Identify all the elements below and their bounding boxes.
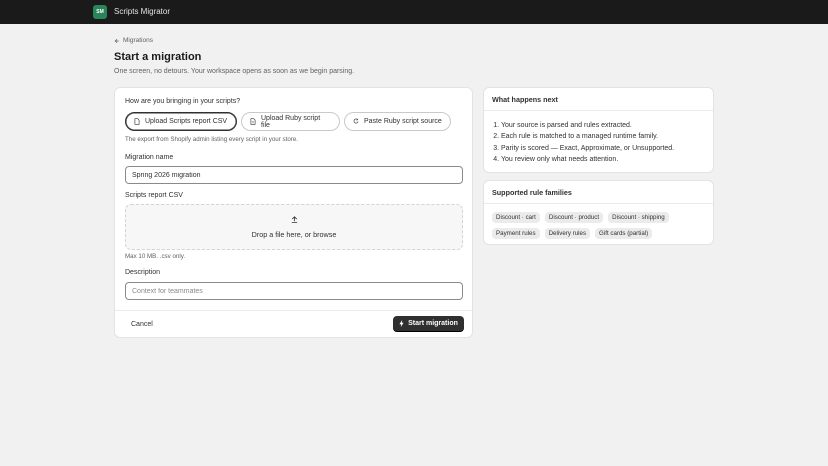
migration-name-input[interactable] (125, 166, 463, 184)
rule-family-badge: Payment rules (492, 228, 540, 239)
app-name: Scripts Migrator (114, 7, 171, 16)
description-label: Description (125, 269, 161, 276)
rule-family-badge: Gift cards (partial) (595, 228, 653, 239)
rule-family-badge: Discount · shipping (608, 212, 669, 223)
list-item: You review only what needs attention. (501, 154, 674, 165)
source-question: How are you bringing in your scripts? (125, 98, 241, 105)
migration-form-card: How are you bringing in your scripts? Up… (114, 87, 473, 338)
csv-dropzone[interactable]: Drop a file here, or browse (125, 204, 463, 250)
option-label: Upload Ruby script file (261, 114, 321, 129)
footer-divider (115, 310, 472, 311)
description-input[interactable] (125, 282, 463, 300)
option-paste-ruby[interactable]: Paste Ruby script source (344, 112, 451, 131)
page-subtitle: One screen, no detours. Your workspace o… (114, 68, 355, 75)
rule-families-card: Supported rule families Discount · cart … (483, 180, 714, 245)
card-divider (484, 203, 713, 204)
lightning-icon (399, 320, 404, 327)
upload-icon (291, 216, 298, 224)
csv-label: Scripts report CSV (125, 192, 183, 199)
app-logo: SM (93, 5, 107, 19)
next-steps-card: What happens next Your source is parsed … (483, 87, 714, 173)
next-steps-title: What happens next (492, 95, 558, 104)
start-migration-button[interactable]: Start migration (393, 316, 464, 331)
breadcrumb[interactable]: Migrations (114, 37, 153, 44)
rule-family-badge: Discount · product (544, 212, 604, 223)
option-upload-csv[interactable]: Upload Scripts report CSV (125, 112, 237, 131)
clipboard-icon (353, 118, 359, 124)
top-bar: SM Scripts Migrator (0, 0, 828, 24)
dropzone-text: Drop a file here, or browse (251, 230, 337, 239)
next-steps-list: Your source is parsed and rules extracte… (501, 120, 674, 165)
option-upload-ruby[interactable]: Upload Ruby script file (241, 112, 340, 131)
rule-family-badges: Discount · cart Discount · product Disco… (492, 212, 707, 239)
cancel-button[interactable]: Cancel (125, 317, 159, 331)
file-icon (250, 118, 256, 125)
rule-family-badge: Discount · cart (492, 212, 540, 223)
list-item: Each rule is matched to a managed runtim… (501, 131, 674, 142)
document-icon (134, 118, 140, 125)
page-title: Start a migration (114, 51, 202, 63)
option-label: Paste Ruby script source (364, 118, 442, 125)
start-migration-label: Start migration (408, 320, 458, 327)
list-item: Your source is parsed and rules extracte… (501, 120, 674, 131)
rule-families-title: Supported rule families (492, 188, 572, 197)
dropzone-hint: Max 10 MB. .csv only. (125, 253, 186, 260)
arrow-left-icon (114, 38, 119, 43)
migration-name-label: Migration name (125, 154, 174, 161)
breadcrumb-label[interactable]: Migrations (123, 37, 153, 44)
option-label: Upload Scripts report CSV (145, 118, 228, 125)
list-item: Parity is scored — Exact, Approximate, o… (501, 143, 674, 154)
card-divider (484, 110, 713, 111)
rule-family-badge: Delivery rules (544, 228, 591, 239)
option-help-text: The export from Shopify admin listing ev… (125, 136, 298, 143)
